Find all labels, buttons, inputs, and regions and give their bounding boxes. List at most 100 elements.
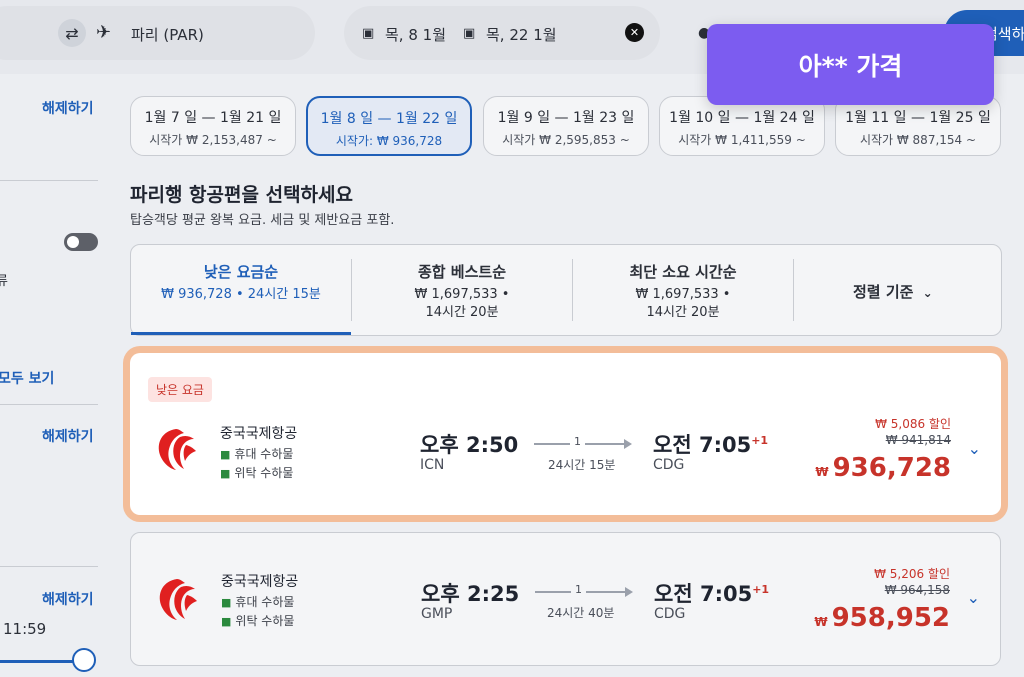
sort-tab-summary: ₩ 1,697,533 •: [414, 287, 510, 302]
arrive-time-value: 오전 7:05: [654, 582, 753, 606]
checked-label: 위탁 수하물: [235, 614, 295, 628]
date-tab[interactable]: 1월 9 일 — 1월 23 일 시작가 ₩ 2,595,853 ~: [483, 96, 649, 156]
date-range: 1월 7 일 — 1월 21 일: [144, 110, 282, 126]
checked-baggage: ■ 위탁 수하물: [220, 464, 293, 481]
original-price: ₩ 964,158: [884, 583, 950, 597]
swap-icon[interactable]: ⇄: [58, 19, 86, 47]
date-tab-selected[interactable]: 1월 8 일 — 1월 22 일 시작가: ₩ 936,728: [306, 96, 472, 156]
filter-toggle[interactable]: [64, 233, 98, 251]
luggage-icon: ■: [220, 467, 231, 480]
calendar-return-icon: ▣: [463, 26, 476, 41]
checked-label: 위탁 수하물: [234, 466, 294, 480]
original-price: ₩ 941,814: [885, 433, 951, 447]
currency-symbol: ₩: [815, 465, 829, 479]
sort-tab-summary: ₩ 936,728 • 24시간 15분: [161, 287, 321, 302]
fare-price: ₩958,952: [814, 603, 950, 633]
flight-duration: 24시간 15분: [548, 458, 616, 472]
depart-time: 오후 2:50: [420, 433, 519, 457]
flight-card[interactable]: 낮은 요금 중국국제항공 ■ 휴대 수하물 ■ 위탁 수하물 오후 2:50 ICN…: [130, 353, 1001, 515]
luggage-icon: ■: [221, 596, 232, 609]
flight-duration: 24시간 40분: [547, 606, 615, 620]
date-tab[interactable]: 1월 7 일 — 1월 21 일 시작가 ₩ 2,153,487 ~: [130, 96, 296, 156]
filter-label-partial: 류: [0, 274, 8, 289]
sort-tab-label: 낮은 요금순: [203, 263, 279, 281]
depart-airport: ICN: [420, 457, 445, 473]
sort-criteria-dropdown[interactable]: 정렬 기준 ⌄: [853, 281, 933, 302]
sort-tab-best[interactable]: 종합 베스트순 ₩ 1,697,533 • 14시간 20분: [352, 245, 572, 335]
discount-label: ₩ 5,086 할인: [875, 417, 951, 431]
stop-count: 1: [571, 583, 586, 596]
discount-label: ₩ 5,206 할인: [874, 567, 950, 581]
clear-filter-button-3[interactable]: 해제하기: [42, 589, 94, 609]
divider: [793, 259, 794, 321]
sort-criteria-label: 정렬 기준: [853, 283, 914, 301]
date-range: 1월 8 일 — 1월 22 일: [320, 111, 458, 127]
date-price: 시작가: ₩ 936,728: [335, 134, 443, 148]
date-range: 1월 10 일 — 1월 24 일: [669, 110, 815, 126]
sort-tab-summary: ₩ 1,697,533 •: [635, 287, 731, 302]
air-china-logo: [158, 429, 196, 470]
currency-symbol: ₩: [814, 615, 828, 629]
fare-price: ₩936,728: [815, 453, 951, 483]
date-price: 시작가 ₩ 2,153,487 ~: [149, 133, 277, 147]
carry-on-label: 휴대 수하물: [235, 595, 295, 609]
chevron-down-icon: ⌄: [922, 286, 933, 300]
airline-name: 중국국제항공: [220, 426, 298, 442]
chevron-down-icon[interactable]: ⌄: [967, 588, 980, 607]
clear-filter-button-1[interactable]: 해제하기: [42, 98, 94, 118]
luggage-icon: ■: [221, 615, 232, 628]
air-china-logo: [159, 579, 197, 620]
arrive-airport: CDG: [654, 606, 686, 622]
time-slider-handle[interactable]: [72, 648, 96, 672]
date-price: 시작가 ₩ 1,411,559 ~: [678, 133, 806, 147]
sort-tab-duration: 14시간 20분: [646, 305, 720, 320]
sort-tab-cheapest[interactable]: 낮은 요금순 ₩ 936,728 • 24시간 15분: [131, 245, 351, 335]
sort-tab-duration: 14시간 20분: [425, 305, 499, 320]
sort-panel: 낮은 요금순 ₩ 936,728 • 24시간 15분 종합 베스트순 ₩ 1,…: [130, 244, 1002, 336]
arrive-time: 오전 7:05+1: [654, 578, 769, 608]
price-toast: 아** 가격: [707, 24, 994, 105]
divider: [0, 180, 98, 181]
chevron-down-icon[interactable]: ⌄: [968, 439, 981, 458]
depart-airport: GMP: [421, 606, 453, 622]
clear-filter-button-2[interactable]: 해제하기: [42, 426, 94, 446]
stop-count: 1: [570, 435, 585, 448]
day-offset: +1: [752, 583, 770, 596]
date-tab[interactable]: 1월 11 일 — 1월 25 일 시작가 ₩ 887,154 ~: [835, 96, 1001, 156]
sort-tab-fastest[interactable]: 최단 소요 시간순 ₩ 1,697,533 • 14시간 20분: [573, 245, 793, 335]
sort-tab-label: 최단 소요 시간순: [629, 263, 737, 281]
airplane-landing-icon: ✈: [96, 22, 112, 43]
flight-card[interactable]: 중국국제항공 ■ 휴대 수하물 ■ 위탁 수하물 오후 2:25 GMP 1 24시…: [130, 532, 1001, 666]
divider: [0, 404, 98, 405]
page-subtitle: 탑승객당 평균 왕복 요금. 세금 및 제반요금 포함.: [130, 213, 395, 228]
calendar-depart-icon: ▣: [362, 26, 375, 41]
destination-value: 파리 (PAR): [131, 26, 204, 44]
depart-date: 목, 8 1월: [385, 26, 446, 44]
arrive-airport: CDG: [653, 457, 685, 473]
clear-dates-icon[interactable]: ✕: [625, 23, 644, 42]
page-title: 파리행 항공편을 선택하세요: [130, 184, 353, 206]
airline-name: 중국국제항공: [221, 574, 299, 590]
arrive-time-value: 오전 7:05: [653, 433, 752, 457]
sort-tab-label: 종합 베스트순: [417, 263, 507, 281]
day-offset: +1: [751, 434, 769, 447]
checked-baggage: ■ 위탁 수하물: [221, 612, 294, 629]
return-date: 목, 22 1월: [486, 26, 557, 44]
luggage-icon: ■: [220, 448, 231, 461]
divider: [0, 566, 98, 567]
carry-on-baggage: ■ 휴대 수하물: [221, 593, 294, 610]
fare-amount: 936,728: [832, 453, 951, 483]
fare-amount: 958,952: [831, 603, 950, 633]
date-range: 1월 11 일 — 1월 25 일: [845, 110, 991, 126]
date-price: 시작가 ₩ 2,595,853 ~: [502, 133, 630, 147]
time-range-label: 11:59: [3, 620, 47, 638]
carry-on-baggage: ■ 휴대 수하물: [220, 445, 293, 462]
date-price: 시작가 ₩ 887,154 ~: [859, 133, 977, 147]
depart-time: 오후 2:25: [421, 582, 520, 606]
arrive-time: 오전 7:05+1: [653, 429, 768, 459]
date-tab[interactable]: 1월 10 일 — 1월 24 일 시작가 ₩ 1,411,559 ~: [659, 96, 825, 156]
date-range: 1월 9 일 — 1월 23 일: [497, 110, 635, 126]
carry-on-label: 휴대 수하물: [234, 447, 294, 461]
cheapest-badge: 낮은 요금: [148, 377, 212, 402]
view-all-link[interactable]: 모두 보기: [0, 368, 54, 388]
